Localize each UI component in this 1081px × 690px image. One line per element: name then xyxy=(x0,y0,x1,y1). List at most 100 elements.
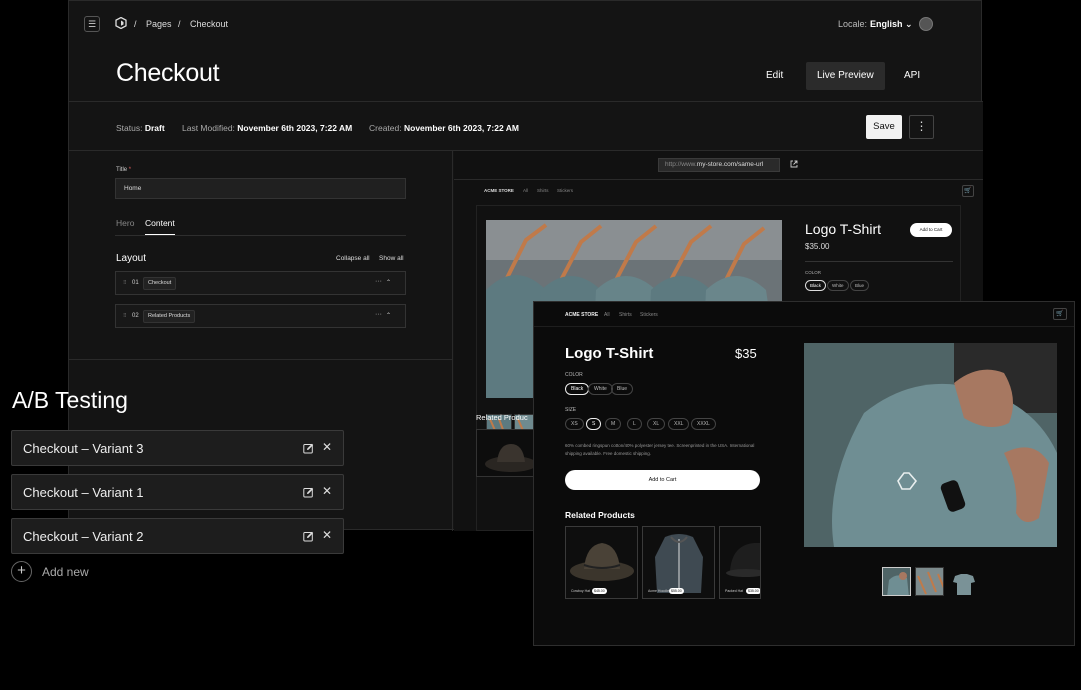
tab-live-preview[interactable]: Live Preview xyxy=(806,62,885,90)
variant-item[interactable]: Checkout – Variant 2 ✕ xyxy=(11,518,344,554)
edit-icon[interactable] xyxy=(303,531,314,542)
variant-item[interactable]: Checkout – Variant 1 ✕ xyxy=(11,474,344,510)
created-value: November 6th 2023, 7:22 AM xyxy=(403,123,519,133)
variant-name: Checkout – Variant 3 xyxy=(23,441,144,456)
add-new-label[interactable]: Add new xyxy=(42,565,89,579)
size-option-xxxl[interactable]: XXXL xyxy=(691,418,716,430)
add-to-cart-button[interactable]: Add to Cart xyxy=(565,470,760,490)
color-option-black[interactable]: Black xyxy=(805,280,827,291)
size-option-xs[interactable]: XS xyxy=(565,418,584,430)
menu-icon[interactable]: ☰ xyxy=(84,16,100,32)
related-product-card[interactable]: Packed Hat $35.00 xyxy=(719,526,761,599)
locale-value[interactable]: English ⌄ xyxy=(870,19,913,29)
related-product-card[interactable]: Cowboy Hat $45.00 xyxy=(565,526,638,599)
block-name: Checkout xyxy=(143,277,177,290)
related-product-card[interactable] xyxy=(476,429,538,477)
product-thumbnail[interactable] xyxy=(948,567,977,596)
related-products-heading: Related Produc xyxy=(476,413,528,422)
save-button[interactable]: Save xyxy=(866,115,902,139)
nav-link-all[interactable]: All xyxy=(523,188,528,193)
variant-name: Checkout – Variant 2 xyxy=(23,529,144,544)
size-option-m[interactable]: M xyxy=(605,418,622,430)
chevron-up-icon[interactable]: ⌃ xyxy=(386,312,391,319)
color-label: COLOR xyxy=(805,270,822,275)
divider xyxy=(534,326,1074,327)
drag-handle-icon[interactable]: ⠿ xyxy=(123,313,127,319)
close-icon[interactable]: ✕ xyxy=(322,528,332,542)
avatar[interactable] xyxy=(919,17,933,31)
size-option-xxl[interactable]: XXL xyxy=(668,418,690,430)
status-bar: Status: Draft Last Modified: November 6t… xyxy=(69,101,983,151)
tab-edit[interactable]: Edit xyxy=(755,62,794,90)
status-badge: Draft xyxy=(144,123,165,133)
layout-heading: Layout xyxy=(116,253,147,264)
store-logo[interactable]: ACME STORE xyxy=(484,188,514,193)
related-product-price: $35.00 xyxy=(746,588,760,594)
color-option-blue[interactable]: Blue xyxy=(611,383,634,395)
breadcrumb-pages[interactable]: Pages xyxy=(146,19,172,29)
related-products-heading: Related Products xyxy=(565,510,635,520)
product-description: 60% combed ringspun cotton/40% polyester… xyxy=(565,443,755,456)
block-menu-icon[interactable]: ··· xyxy=(375,311,382,318)
top-bar: ☰ / Pages / Checkout Locale: English ⌄ xyxy=(69,1,981,49)
color-option-white[interactable]: White xyxy=(588,383,613,395)
status-label: Status: xyxy=(116,123,143,133)
plus-icon[interactable]: + xyxy=(11,561,32,582)
last-modified-info: Last Modified: November 6th 2023, 7:22 A… xyxy=(182,123,352,133)
store-logo[interactable]: ACME STORE xyxy=(565,312,598,318)
breadcrumb-separator: / xyxy=(178,19,181,29)
more-options-button[interactable]: ⋮ xyxy=(909,115,934,139)
locale-selector[interactable]: Locale: English ⌄ xyxy=(838,19,913,30)
add-to-cart-button[interactable]: Add to Cart xyxy=(910,223,952,237)
tab-hero[interactable]: Hero xyxy=(116,218,134,234)
status-info: Status: Draft xyxy=(116,123,165,133)
color-option-white[interactable]: White xyxy=(827,280,849,291)
block-name: Related Products xyxy=(143,310,196,323)
product-thumbnail[interactable] xyxy=(882,567,911,596)
product-price: $35 xyxy=(735,346,757,361)
locale-label: Locale: xyxy=(838,19,868,29)
color-option-black[interactable]: Black xyxy=(565,383,590,395)
edit-icon[interactable] xyxy=(303,443,314,454)
divider xyxy=(454,179,983,180)
tab-content[interactable]: Content xyxy=(145,218,175,235)
color-option-blue[interactable]: Blue xyxy=(850,280,870,291)
size-option-xl[interactable]: XL xyxy=(647,418,666,430)
size-label: SIZE xyxy=(565,407,577,413)
related-product-price: $55.00 xyxy=(669,588,684,594)
nav-link-shirts[interactable]: Shirts xyxy=(537,188,549,193)
external-link-icon[interactable] xyxy=(790,160,798,168)
url-prefix: http://www. xyxy=(665,161,697,168)
variant-name: Checkout – Variant 1 xyxy=(23,485,144,500)
preview-url-input[interactable]: http://www.my-store.com/same-url xyxy=(658,158,780,172)
close-icon[interactable]: ✕ xyxy=(322,440,332,454)
collapse-all-button[interactable]: Collapse all xyxy=(336,255,370,262)
tab-api[interactable]: API xyxy=(893,62,931,90)
show-all-button[interactable]: Show all xyxy=(379,255,404,262)
nav-link-stickers[interactable]: Stickers xyxy=(640,312,658,318)
product-title: Logo T-Shirt xyxy=(565,345,654,362)
product-thumbnail[interactable] xyxy=(915,567,944,596)
title-label-text: Title xyxy=(116,167,128,173)
created-label: Created: xyxy=(369,123,402,133)
chevron-up-icon[interactable]: ⌃ xyxy=(386,279,391,286)
nav-link-stickers[interactable]: Stickers xyxy=(557,188,573,193)
size-option-s[interactable]: S xyxy=(586,418,602,430)
block-menu-icon[interactable]: ··· xyxy=(375,278,382,285)
nav-link-all[interactable]: All xyxy=(604,312,610,318)
ab-testing-heading: A/B Testing xyxy=(12,387,128,413)
close-icon[interactable]: ✕ xyxy=(322,484,332,498)
related-product-card[interactable]: Acme Hoodie $55.00 xyxy=(642,526,715,599)
cart-icon[interactable]: 🛒 xyxy=(1053,308,1067,320)
variant-item[interactable]: Checkout – Variant 3 ✕ xyxy=(11,430,344,466)
nav-link-shirts[interactable]: Shirts xyxy=(619,312,632,318)
layout-block-row[interactable]: ⠿ 01 Checkout ··· ⌃ xyxy=(115,271,406,295)
size-option-l[interactable]: L xyxy=(627,418,642,430)
page-title: Checkout xyxy=(116,59,220,87)
title-input[interactable]: Home xyxy=(115,178,406,199)
drag-handle-icon[interactable]: ⠿ xyxy=(123,280,127,286)
cart-icon[interactable]: 🛒 xyxy=(962,185,974,197)
edit-icon[interactable] xyxy=(303,487,314,498)
title-field-label: Title * xyxy=(116,167,131,173)
layout-block-row[interactable]: ⠿ 02 Related Products ··· ⌃ xyxy=(115,304,406,328)
